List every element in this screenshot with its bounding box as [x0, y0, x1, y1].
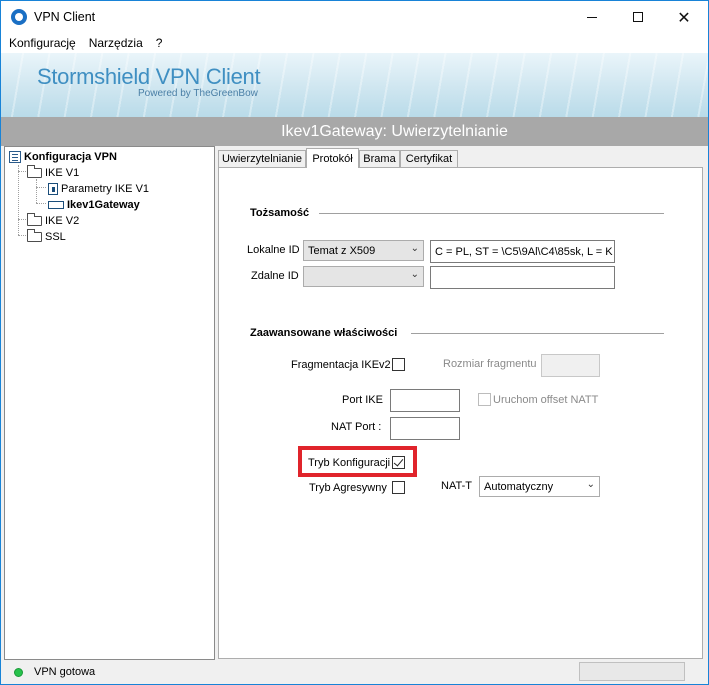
status-text: VPN gotowa — [34, 666, 96, 678]
folder-open-icon — [27, 165, 42, 178]
chevron-down-icon: ⌄ — [586, 479, 595, 490]
tree-item-ike-v1[interactable]: IKE V1 — [27, 165, 79, 181]
tree-item-vpn-config[interactable]: Konfiguracja VPN — [9, 149, 117, 165]
identity-group-title: Tożsamość — [250, 207, 310, 219]
status-indicator-icon — [14, 668, 23, 677]
group-divider — [319, 213, 664, 214]
window-title: VPN Client — [34, 10, 96, 24]
tree-item-label: Parametry IKE V1 — [61, 183, 150, 195]
list-icon — [9, 151, 21, 163]
tab-gateway[interactable]: Brama — [359, 150, 400, 167]
tree-item-ike-v2[interactable]: IKE V2 — [27, 213, 79, 229]
nat-t-select[interactable]: Automatyczny ⌄ — [479, 476, 600, 497]
gateway-icon — [48, 201, 64, 209]
local-id-type-value: Temat z X509 — [308, 244, 376, 257]
menu-tools[interactable]: Narzędzia — [89, 36, 143, 50]
tree-item-label: Konfiguracja VPN — [24, 151, 117, 163]
nat-t-label: NAT-T — [441, 480, 472, 492]
close-button[interactable]: ✕ — [661, 1, 707, 33]
banner-title: Stormshield VPN Client — [37, 64, 261, 89]
minimize-icon — [587, 16, 597, 18]
local-id-type-select[interactable]: Temat z X509 ⌄ — [303, 240, 424, 261]
maximize-button[interactable] — [615, 1, 661, 33]
tab-authentication[interactable]: Uwierzytelnianie — [218, 150, 306, 167]
ike-port-input[interactable] — [390, 389, 460, 412]
tree-item-label: SSL — [45, 231, 66, 243]
folder-icon — [27, 213, 42, 226]
aggressive-mode-label: Tryb Agresywny — [309, 482, 387, 494]
natt-offset-checkbox[interactable] — [478, 393, 491, 406]
folder-icon — [27, 229, 42, 242]
aggressive-mode-checkbox[interactable] — [392, 481, 405, 494]
parameters-icon — [48, 183, 58, 195]
vpn-client-window: VPN Client ✕ Konfigurację Narzędzia ? St… — [0, 0, 709, 685]
ike-port-label: Port IKE — [342, 394, 383, 406]
tab-protocol[interactable]: Protokół — [306, 148, 359, 168]
local-id-label: Lokalne ID — [247, 244, 300, 256]
menu-bar: Konfigurację Narzędzia ? — [1, 33, 708, 53]
advanced-group-title: Zaawansowane właściwości — [250, 327, 398, 339]
tree-item-label: Ikev1Gateway — [67, 199, 140, 211]
tree-item-label: IKE V2 — [45, 215, 80, 227]
config-mode-highlight — [298, 446, 417, 477]
minimize-button[interactable] — [569, 1, 615, 33]
tree-item-ssl[interactable]: SSL — [27, 229, 66, 245]
menu-help[interactable]: ? — [156, 36, 163, 50]
chevron-down-icon: ⌄ — [410, 243, 419, 254]
ikev2-fragmentation-label: Fragmentacja IKEv2 — [291, 359, 391, 371]
status-progress-bar — [579, 662, 685, 681]
title-bar: VPN Client ✕ — [1, 1, 708, 33]
menu-configuration[interactable]: Konfigurację — [9, 36, 76, 50]
tab-certificate[interactable]: Certyfikat — [400, 150, 458, 167]
vpn-app-icon — [11, 9, 27, 25]
status-bar: VPN gotowa — [1, 661, 708, 684]
maximize-icon — [633, 12, 643, 22]
remote-id-type-select[interactable]: ⌄ — [303, 266, 424, 287]
nat-t-value: Automatyczny — [484, 480, 554, 493]
chevron-down-icon: ⌄ — [410, 269, 419, 280]
close-icon: ✕ — [677, 7, 691, 27]
fragment-size-input[interactable] — [541, 354, 600, 377]
local-id-input[interactable]: C = PL, ST = \C5\9Al\C4\85sk, L = K — [430, 240, 615, 263]
nat-port-label: NAT Port : — [331, 421, 382, 433]
page-title: Ikev1Gateway: Uwierzytelnianie — [1, 117, 708, 146]
group-divider — [411, 333, 664, 334]
remote-id-label: Zdalne ID — [251, 270, 299, 282]
ikev2-fragmentation-checkbox[interactable] — [392, 358, 405, 371]
banner-subtitle: Powered by TheGreenBow — [138, 88, 258, 99]
brand-banner: Stormshield VPN Client Powered by TheGre… — [1, 53, 708, 117]
remote-id-input[interactable] — [430, 266, 615, 289]
tree-item-label: IKE V1 — [45, 167, 80, 179]
config-tree: Konfiguracja VPN IKE V1 Parametry IKE V1… — [4, 146, 215, 660]
tree-item-ikev1-gateway[interactable]: Ikev1Gateway — [48, 197, 140, 213]
fragment-size-label: Rozmiar fragmentu — [443, 358, 537, 370]
natt-offset-label: Uruchom offset NATT — [493, 394, 599, 406]
nat-port-input[interactable] — [390, 417, 460, 440]
tree-item-ike-v1-params[interactable]: Parametry IKE V1 — [48, 181, 149, 197]
